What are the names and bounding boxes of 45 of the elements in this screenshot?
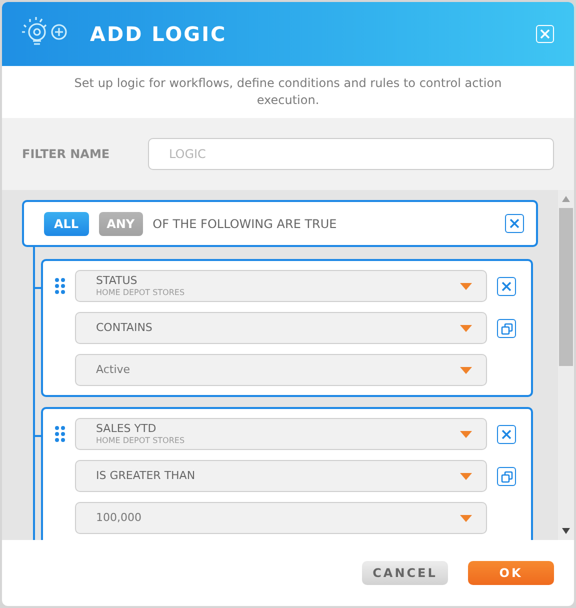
caret-icon — [460, 514, 472, 522]
description-text: Set up logic for workflows, define conditions and rules to control action execution. — [73, 75, 503, 109]
close-icon — [509, 218, 520, 229]
field-name: SALES YTD — [96, 422, 158, 435]
close-icon — [501, 429, 512, 440]
dropdown-field[interactable]: SALES YTD HOME DEPOT STORES — [75, 418, 487, 450]
caret-icon — [460, 324, 472, 332]
dropdown-field[interactable]: CONTAINS — [75, 312, 487, 344]
caret-icon — [460, 472, 472, 480]
match-toggle[interactable]: ANY — [98, 212, 143, 236]
dropdown-field[interactable]: Active — [75, 354, 487, 386]
close-button[interactable] — [505, 214, 524, 233]
value-text: 100,000 — [96, 510, 142, 526]
scroll-up-icon[interactable] — [562, 196, 570, 202]
filter-label: FILTER NAME — [22, 146, 111, 163]
copy-icon — [500, 322, 512, 334]
caret-icon — [460, 430, 472, 438]
scroll-down-icon[interactable] — [562, 528, 570, 534]
caret-icon — [460, 366, 472, 374]
field-source: HOME DEPOT STORES — [96, 287, 185, 298]
cancel-button[interactable]: CANCEL — [362, 561, 448, 585]
caret-icon — [460, 282, 472, 290]
window-title: ADD LOGIC — [90, 21, 227, 48]
copy-icon — [500, 470, 512, 482]
operator-text: CONTAINS — [96, 320, 152, 336]
close-button[interactable] — [497, 425, 516, 444]
dropdown-field[interactable]: 100,000 — [75, 502, 487, 534]
filter-name-field[interactable]: LOGIC — [148, 138, 554, 170]
operator-text: IS GREATER THAN — [96, 468, 196, 484]
drag-handle-icon[interactable] — [55, 426, 65, 442]
duplicate-button[interactable] — [497, 467, 516, 486]
field-name: STATUS — [96, 274, 138, 287]
match-toggle[interactable]: ALL — [44, 212, 89, 236]
close-icon — [501, 281, 512, 292]
scrollbar[interactable] — [558, 190, 574, 540]
drag-handle-icon[interactable] — [55, 278, 65, 294]
ok-button[interactable]: OK — [468, 561, 554, 585]
value-text: Active — [96, 362, 130, 378]
group-condition-text: OF THE FOLLOWING ARE TRUE — [152, 216, 337, 232]
close-button[interactable] — [497, 277, 516, 296]
field-source: HOME DEPOT STORES — [96, 435, 185, 446]
dropdown-field[interactable]: STATUS HOME DEPOT STORES — [75, 270, 487, 302]
close-icon — [540, 29, 550, 39]
duplicate-button[interactable] — [497, 319, 516, 338]
dropdown-field[interactable]: IS GREATER THAN — [75, 460, 487, 492]
